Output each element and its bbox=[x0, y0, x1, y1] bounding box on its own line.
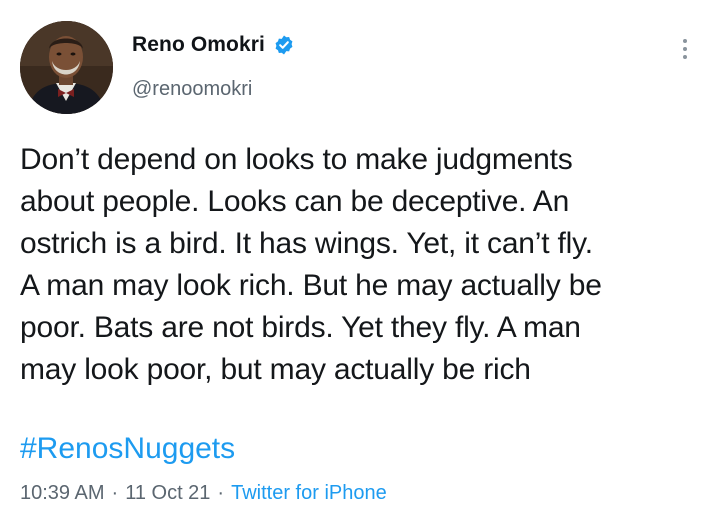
avatar[interactable] bbox=[20, 21, 113, 114]
author-display-name[interactable]: Reno Omokri bbox=[132, 33, 265, 57]
tweet-text: Don’t depend on looks to make judgments … bbox=[20, 139, 700, 391]
tweet-text-line: poor. Bats are not birds. Yet they fly. … bbox=[20, 311, 581, 344]
more-options-button[interactable] bbox=[670, 34, 700, 64]
tweet-text-line: may look poor, but may actually be rich bbox=[20, 353, 531, 386]
author-handle[interactable]: @renoomokri bbox=[132, 78, 252, 101]
tweet-meta: 10:39 AM · 11 Oct 21 · Twitter for iPhon… bbox=[20, 482, 387, 505]
more-options-icon bbox=[683, 47, 687, 51]
tweet-card: Reno Omokri @renoomokri Don’t depend on … bbox=[0, 0, 720, 515]
tweet-text-line: Don’t depend on looks to make judgments bbox=[20, 143, 573, 176]
tweet-date[interactable]: 11 Oct 21 bbox=[125, 482, 210, 505]
author-name-row: Reno Omokri bbox=[132, 33, 295, 57]
avatar-image bbox=[20, 21, 113, 114]
tweet-text-line: ostrich is a bird. It has wings. Yet, it… bbox=[20, 227, 593, 260]
more-options-icon bbox=[683, 39, 687, 43]
verified-badge-icon bbox=[273, 34, 295, 56]
meta-separator: · bbox=[111, 482, 119, 504]
tweet-text-line: about people. Looks can be deceptive. An bbox=[20, 185, 570, 218]
meta-separator: · bbox=[217, 482, 225, 504]
tweet-text-line: A man may look rich. But he may actually… bbox=[20, 269, 602, 302]
hashtag-link[interactable]: #RenosNuggets bbox=[20, 428, 235, 470]
tweet-source-link[interactable]: Twitter for iPhone bbox=[231, 482, 387, 505]
more-options-icon bbox=[683, 55, 687, 59]
tweet-time[interactable]: 10:39 AM bbox=[20, 482, 105, 505]
